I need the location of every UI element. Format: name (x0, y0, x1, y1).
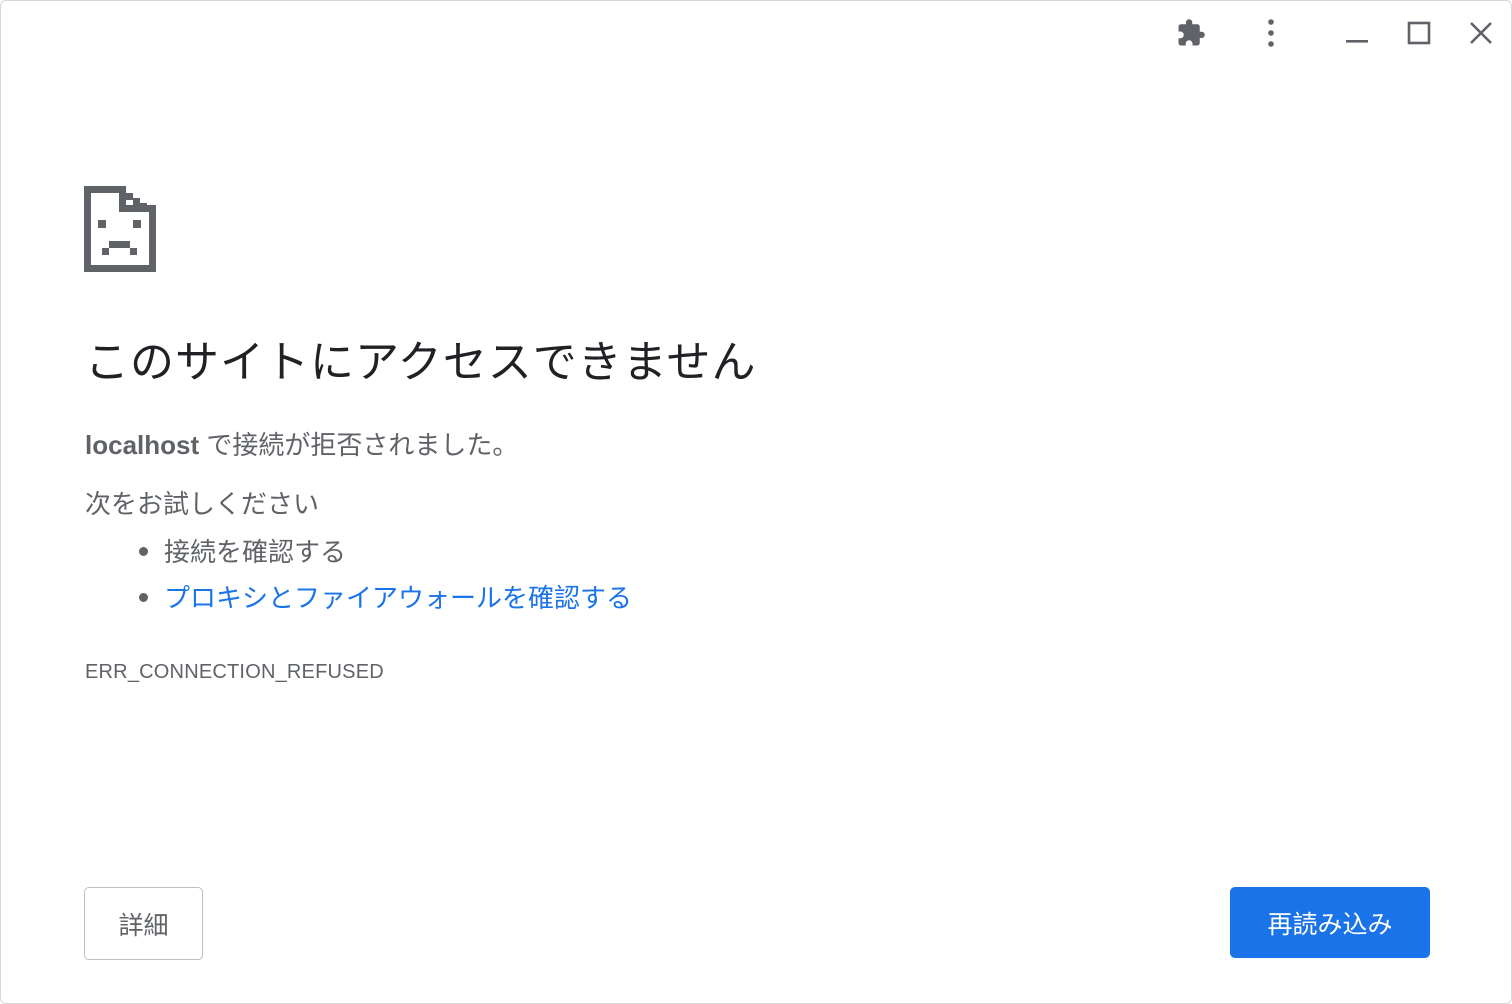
error-code: ERR_CONNECTION_REFUSED (85, 661, 384, 683)
vertical-dots-icon (1268, 19, 1274, 47)
error-host: localhost (85, 430, 200, 460)
details-button[interactable]: 詳細 (84, 887, 203, 960)
maximize-button[interactable] (1399, 13, 1439, 53)
reload-button[interactable]: 再読み込み (1230, 887, 1430, 958)
extensions-button[interactable] (1171, 13, 1211, 53)
suggestion-list: 接続を確認する プロキシとファイアウォールを確認する (85, 529, 632, 621)
bullet-icon (139, 547, 148, 556)
suggestion-item-check-connection: 接続を確認する (85, 529, 632, 575)
minimize-button[interactable] (1337, 13, 1377, 53)
puzzle-icon (1178, 19, 1205, 46)
suggestion-text: 接続を確認する (164, 537, 347, 567)
error-message: で接続が拒否されました。 (199, 430, 519, 460)
menu-button[interactable] (1251, 13, 1291, 53)
try-label: 次をお試しください (85, 489, 320, 519)
check-proxy-firewall-link[interactable]: プロキシとファイアウォールを確認する (164, 583, 632, 613)
error-description: localhost で接続が拒否されました。 (85, 426, 518, 464)
suggestion-item-check-proxy: プロキシとファイアウォールを確認する (85, 575, 632, 621)
browser-window: このサイトにアクセスできません localhost で接続が拒否されました。 次… (0, 0, 1512, 1004)
close-button[interactable] (1461, 13, 1501, 53)
page-title: このサイトにアクセスできません (85, 338, 757, 387)
minimize-icon (1346, 40, 1368, 43)
close-icon (1470, 22, 1492, 44)
sad-document-icon (84, 186, 156, 272)
maximize-icon (1407, 21, 1431, 45)
bullet-icon (139, 593, 148, 602)
